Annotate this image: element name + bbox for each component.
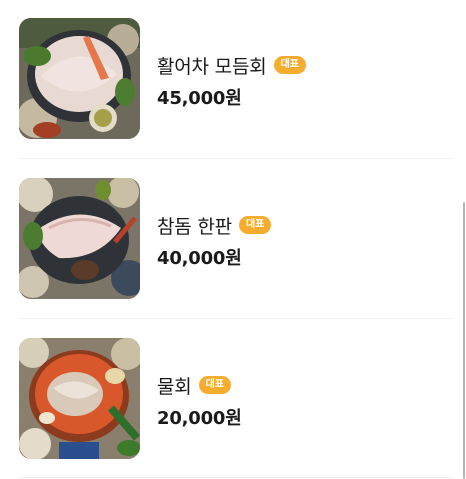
- scrollbar[interactable]: [463, 202, 465, 479]
- menu-item[interactable]: 물회 대표 20,000원: [0, 338, 466, 479]
- menu-item-photo: [19, 18, 140, 139]
- menu-item-price: 20,000원: [157, 408, 242, 429]
- menu-item-name-row: 참돔 한판 대표: [157, 212, 272, 238]
- menu-item-name: 참돔 한판: [157, 215, 232, 238]
- divider: [19, 318, 453, 319]
- menu-item-name-row: 물회 대표: [157, 372, 242, 398]
- menu-item-name-row: 활어차 모듬회 대표: [157, 52, 306, 78]
- menu-item[interactable]: 활어차 모듬회 대표 45,000원: [0, 18, 466, 178]
- menu-item-info: 물회 대표 20,000원: [157, 372, 242, 430]
- menu-item-name: 물회: [157, 375, 192, 398]
- menu-item-photo: [19, 178, 140, 299]
- menu-item[interactable]: 참돔 한판 대표 40,000원: [0, 178, 466, 338]
- menu-item-photo: [19, 338, 140, 459]
- signature-badge: 대표: [273, 56, 306, 74]
- menu-item-info: 활어차 모듬회 대표 45,000원: [157, 52, 306, 110]
- divider: [19, 477, 453, 478]
- menu-item-price: 40,000원: [157, 248, 242, 269]
- menu-item-name: 활어차 모듬회: [157, 55, 267, 78]
- signature-badge: 대표: [198, 376, 231, 394]
- menu-item-info: 참돔 한판 대표 40,000원: [157, 212, 272, 270]
- divider: [19, 158, 453, 159]
- menu-list: 활어차 모듬회 대표 45,000원 참돔 한판 대표 40,000원 물회 대…: [0, 0, 466, 479]
- signature-badge: 대표: [238, 216, 272, 234]
- menu-item-price: 45,000원: [157, 88, 242, 109]
